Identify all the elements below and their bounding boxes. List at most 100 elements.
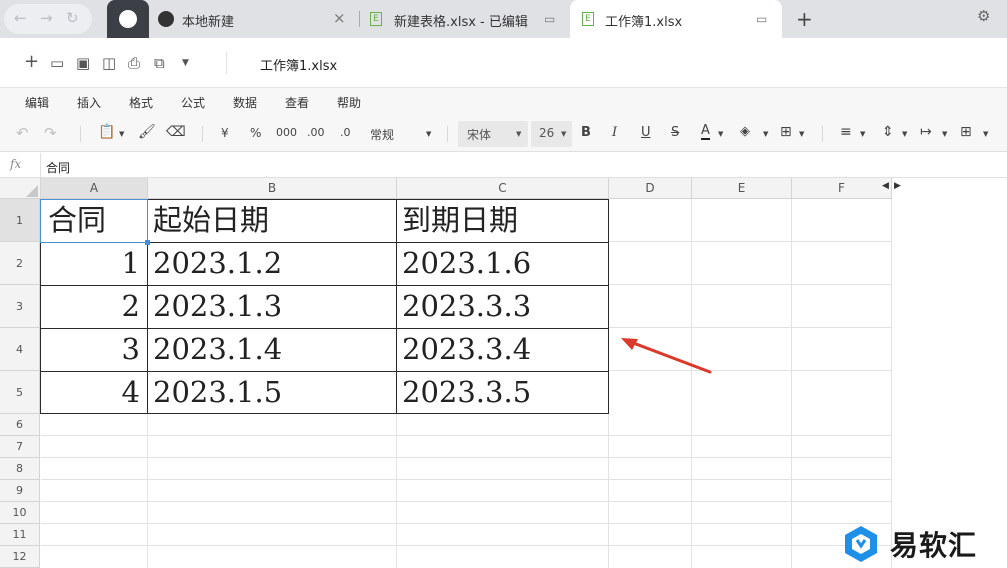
row-header-4[interactable]: 4 xyxy=(0,328,40,371)
bold-icon[interactable]: B xyxy=(581,125,591,140)
cell-c5[interactable]: 2023.3.5 xyxy=(402,371,607,413)
column-header-f[interactable]: F xyxy=(792,178,892,199)
format-painter-icon[interactable]: 🖌 xyxy=(138,124,156,140)
new-file-icon[interactable]: + xyxy=(24,51,39,72)
new-tab-plus-icon[interactable]: + xyxy=(796,7,813,31)
row-header-11[interactable]: 11 xyxy=(0,524,40,546)
column-header-b[interactable]: B xyxy=(148,178,397,199)
row-header-8[interactable]: 8 xyxy=(0,458,40,480)
chevron-down-icon[interactable]: ▼ xyxy=(763,130,768,138)
font-name-value: 宋体 xyxy=(467,128,492,142)
scroll-left-icon[interactable]: ◀ xyxy=(882,181,889,191)
cell-b4[interactable]: 2023.1.4 xyxy=(153,328,395,370)
chevron-down-icon[interactable]: ▼ xyxy=(983,130,988,138)
back-arrow-icon[interactable]: ← xyxy=(14,9,27,27)
tab-new-sheet[interactable]: E 新建表格.xlsx - 已编辑 ▭ xyxy=(360,0,568,38)
percent-button[interactable]: % xyxy=(250,126,261,140)
chevron-down-icon[interactable]: ▼ xyxy=(902,130,907,138)
font-color-icon[interactable]: A xyxy=(701,124,710,140)
row-header-9[interactable]: 9 xyxy=(0,480,40,502)
vertical-align-icon[interactable]: ⇕ xyxy=(882,124,894,140)
cell-a5[interactable]: 4 xyxy=(42,371,140,413)
row-header-6[interactable]: 6 xyxy=(0,414,40,436)
row-header-2[interactable]: 2 xyxy=(0,242,40,285)
chevron-down-icon[interactable]: ▼ xyxy=(799,130,804,138)
open-folder-icon[interactable]: ▭ xyxy=(50,54,64,72)
cell-b1[interactable]: 起始日期 xyxy=(153,199,395,241)
column-header-c[interactable]: C xyxy=(397,178,609,199)
app-home-tab[interactable] xyxy=(107,0,149,38)
cell-c4[interactable]: 2023.3.4 xyxy=(402,328,607,370)
font-size-select[interactable]: 26 ▼ xyxy=(531,121,572,147)
cell-c3[interactable]: 2023.3.3 xyxy=(402,285,607,327)
cell-b3[interactable]: 2023.1.3 xyxy=(153,285,395,327)
scroll-right-icon[interactable]: ▶ xyxy=(894,181,901,191)
row-header-3[interactable]: 3 xyxy=(0,285,40,328)
menu-data[interactable]: 数据 xyxy=(233,94,257,111)
underline-icon[interactable]: U xyxy=(641,125,651,140)
menu-formula[interactable]: 公式 xyxy=(181,94,205,111)
align-left-icon[interactable]: ≡ xyxy=(840,124,852,140)
border-icon[interactable]: ⊞ xyxy=(780,124,792,140)
cell-b2[interactable]: 2023.1.2 xyxy=(153,242,395,284)
row-header-10[interactable]: 10 xyxy=(0,502,40,524)
cell-c1[interactable]: 到期日期 xyxy=(402,199,607,241)
save-as-icon[interactable]: ◫ xyxy=(102,54,116,72)
forward-arrow-icon[interactable]: → xyxy=(40,9,53,27)
monitor-icon[interactable]: ▭ xyxy=(544,12,555,26)
menu-view[interactable]: 查看 xyxy=(285,94,309,111)
increase-decimal-button[interactable]: .00 xyxy=(307,126,325,139)
thousands-separator-button[interactable]: 000 xyxy=(276,126,297,139)
eraser-icon[interactable]: ⌫ xyxy=(166,124,186,140)
arrow-shaft xyxy=(626,339,712,374)
file-toolbar: + ▭ ▣ ◫ ⎙ ⧉ ▼ 工作簿1.xlsx xyxy=(0,38,1007,88)
reload-icon[interactable]: ↻ xyxy=(66,9,79,27)
menu-format[interactable]: 格式 xyxy=(129,94,153,111)
fill-color-icon[interactable]: ◈ xyxy=(740,124,750,139)
row-header-1[interactable]: 1 xyxy=(0,199,40,242)
tab-workbook1[interactable]: E 工作簿1.xlsx ▭ xyxy=(570,0,782,38)
row-header-12[interactable]: 12 xyxy=(0,546,40,568)
fill-handle[interactable] xyxy=(145,240,150,245)
undo-icon[interactable]: ↶ xyxy=(16,124,29,142)
merge-cells-icon[interactable]: ⊞ xyxy=(960,124,972,140)
chevron-down-icon[interactable]: ▼ xyxy=(426,130,431,138)
number-format-select[interactable]: 常规 xyxy=(370,126,394,143)
row-header-5[interactable]: 5 xyxy=(0,371,40,414)
text-wrap-icon[interactable]: ↦ xyxy=(920,124,932,140)
menu-edit[interactable]: 编辑 xyxy=(25,94,49,111)
cell-a2[interactable]: 1 xyxy=(42,242,140,284)
currency-button[interactable]: ¥ xyxy=(221,126,229,140)
column-header-a[interactable]: A xyxy=(41,178,148,199)
strikethrough-icon[interactable]: S xyxy=(671,125,679,140)
print-icon[interactable]: ⎙ xyxy=(128,54,140,72)
paste-icon[interactable]: 📋 xyxy=(98,124,115,140)
column-header-e[interactable]: E xyxy=(692,178,792,199)
cell-c2[interactable]: 2023.1.6 xyxy=(402,242,607,284)
font-name-select[interactable]: 宋体 ▼ xyxy=(458,121,528,147)
cell-a4[interactable]: 3 xyxy=(42,328,140,370)
paste-dropdown-icon[interactable]: ▼ xyxy=(119,130,124,138)
more-dropdown-icon[interactable]: ▼ xyxy=(182,58,189,68)
export-icon[interactable]: ⧉ xyxy=(154,54,165,72)
menu-insert[interactable]: 插入 xyxy=(77,94,101,111)
chevron-down-icon[interactable]: ▼ xyxy=(942,130,947,138)
corner-triangle-icon xyxy=(26,185,38,197)
italic-icon[interactable]: I xyxy=(612,125,617,140)
chevron-down-icon[interactable]: ▼ xyxy=(860,130,865,138)
chevron-down-icon[interactable]: ▼ xyxy=(718,130,723,138)
redo-icon[interactable]: ↷ xyxy=(44,124,57,142)
cell-a3[interactable]: 2 xyxy=(42,285,140,327)
tab-local-new[interactable]: 本地新建 × xyxy=(150,0,358,38)
select-all-corner[interactable] xyxy=(0,178,41,199)
cell-b5[interactable]: 2023.1.5 xyxy=(153,371,395,413)
row-header-7[interactable]: 7 xyxy=(0,436,40,458)
settings-gear-icon[interactable]: ⚙ xyxy=(977,7,990,25)
close-icon[interactable]: × xyxy=(333,9,346,27)
monitor-icon[interactable]: ▭ xyxy=(756,12,767,26)
formula-input[interactable]: 合同 xyxy=(46,159,70,176)
menu-help[interactable]: 帮助 xyxy=(337,94,361,111)
column-header-d[interactable]: D xyxy=(609,178,692,199)
save-icon[interactable]: ▣ xyxy=(76,54,90,72)
decrease-decimal-button[interactable]: .0 xyxy=(340,126,351,139)
